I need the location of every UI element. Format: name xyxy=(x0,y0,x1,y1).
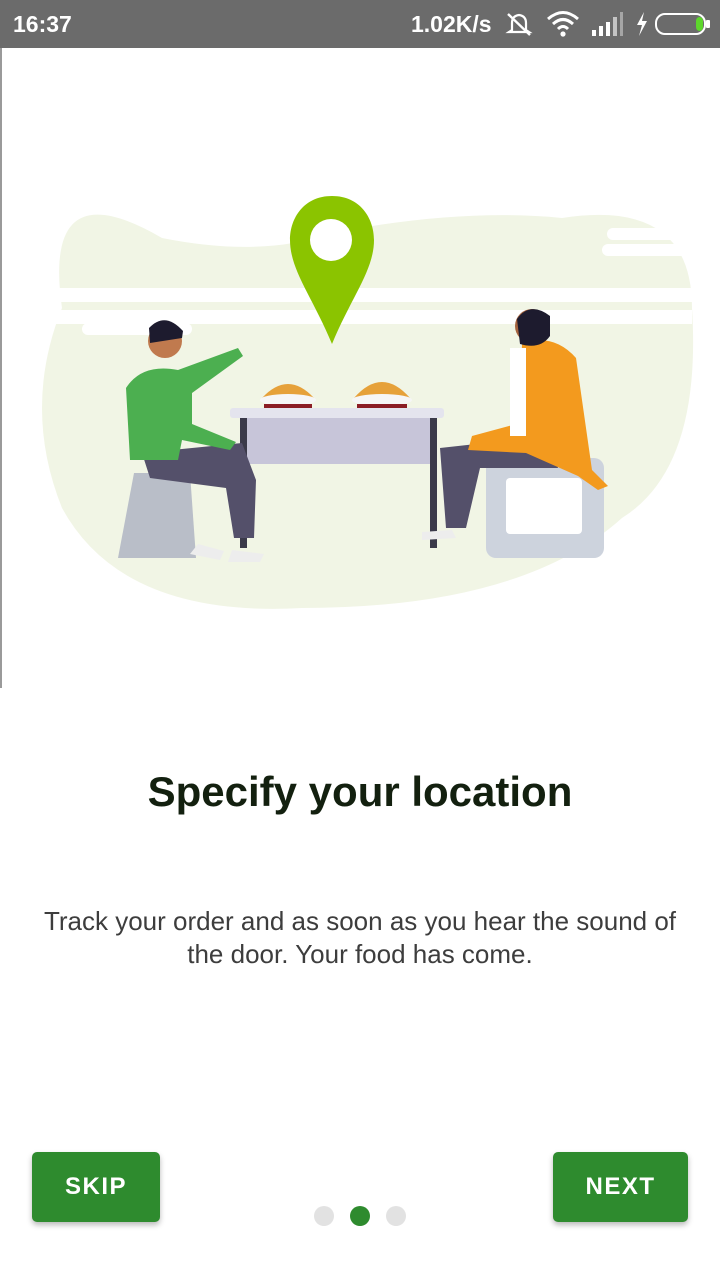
charging-icon xyxy=(634,10,650,43)
page-dot[interactable] xyxy=(386,1206,406,1226)
status-bar: 16:37 1.02K/s xyxy=(0,0,720,48)
page-dot-active[interactable] xyxy=(350,1206,370,1226)
page-description: Track your order and as soon as you hear… xyxy=(43,906,677,969)
network-speed: 1.02K/s xyxy=(411,11,492,37)
wifi-icon xyxy=(546,10,580,43)
mute-icon xyxy=(504,10,534,43)
battery-icon xyxy=(655,13,711,40)
page-indicator xyxy=(314,1206,406,1226)
page-title: Specify your location xyxy=(147,768,573,815)
page-dot[interactable] xyxy=(314,1206,334,1226)
status-time: 16:37 xyxy=(13,11,72,37)
next-button[interactable]: NEXT xyxy=(553,1152,688,1222)
signal-icon xyxy=(590,10,624,43)
skip-button[interactable]: SKIP xyxy=(32,1152,160,1222)
onboarding-illustration xyxy=(0,48,720,688)
